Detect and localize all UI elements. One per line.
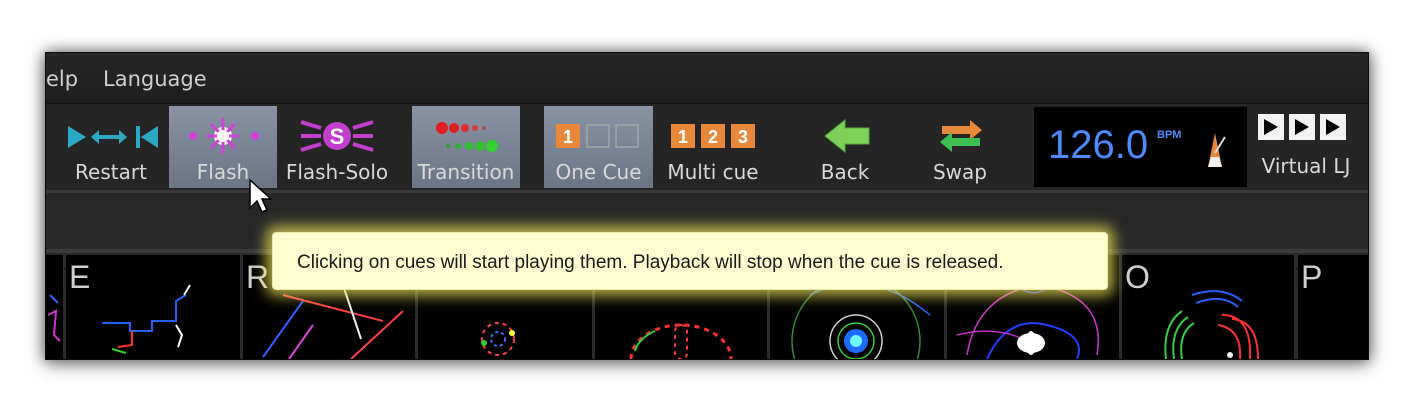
menu-help[interactable]: elp (46, 67, 78, 91)
tooltip: Clicking on cues will start playing them… (272, 232, 1108, 290)
one-cue-label: One Cue (555, 160, 642, 184)
back-button[interactable]: Back (791, 106, 899, 188)
metronome-icon[interactable] (1198, 127, 1232, 171)
flash-solo-button[interactable]: S Flash-Solo (281, 106, 393, 188)
multi-cue-icon: 1 2 3 (671, 124, 755, 148)
flash-button[interactable]: Flash (169, 106, 277, 188)
swap-button[interactable]: Swap (906, 106, 1014, 188)
flash-icon (189, 118, 259, 154)
one-cue-digit: 1 (563, 127, 573, 147)
restart-label: Restart (75, 160, 147, 184)
transition-label: Transition (417, 160, 515, 184)
cue-cell-partial[interactable] (46, 255, 63, 359)
one-cue-button[interactable]: 1 One Cue (544, 106, 653, 188)
tooltip-text: Clicking on cues will start playing them… (297, 252, 1004, 273)
virtual-lj-icon (1258, 114, 1346, 140)
multi-cue-digit-2: 2 (708, 127, 718, 147)
svg-text:S: S (330, 124, 345, 149)
restart-icon (68, 126, 158, 148)
restart-button[interactable]: Restart (50, 106, 172, 188)
cue-cell-p[interactable]: P (1298, 255, 1368, 359)
back-label: Back (820, 160, 870, 184)
multi-cue-button[interactable]: 1 2 3 Multi cue (659, 106, 767, 188)
app-window: elp Language Restart Flash S Flash-Solo … (45, 52, 1369, 360)
cue-preview (47, 294, 61, 342)
one-cue-icon: 1 (556, 124, 639, 148)
multi-cue-label: Multi cue (667, 160, 759, 184)
swap-icon (940, 120, 982, 152)
cue-letter: O (1125, 259, 1150, 295)
cue-letter: R (246, 259, 270, 295)
menu-bar: elp Language (46, 53, 1368, 104)
swap-label: Swap (932, 160, 987, 184)
bpm-display[interactable]: 126.0 BPM (1034, 107, 1247, 187)
menu-language[interactable]: Language (103, 67, 207, 91)
cue-letter: E (69, 259, 91, 295)
multi-cue-digit-1: 1 (678, 127, 688, 147)
bpm-value: 126.0 (1048, 123, 1149, 167)
multi-cue-digit-3: 3 (738, 127, 748, 147)
cue-cell-o[interactable]: O (1122, 255, 1294, 359)
virtual-lj-label: Virtual LJ (1261, 154, 1351, 178)
virtual-lj-button[interactable]: Virtual LJ (1256, 106, 1356, 188)
toolbar: Restart Flash S Flash-Solo Transition 1 … (46, 104, 1368, 193)
transition-button[interactable]: Transition (412, 106, 520, 188)
cue-preview (102, 284, 191, 354)
flash-solo-icon: S (300, 120, 374, 152)
cue-cell-e[interactable]: E (66, 255, 240, 359)
cue-letter: P (1301, 259, 1323, 295)
transition-icon (436, 122, 498, 152)
back-arrow-icon (824, 118, 870, 154)
flash-solo-label: Flash-Solo (285, 160, 389, 184)
bpm-unit: BPM (1157, 129, 1182, 141)
mouse-cursor-icon (249, 178, 273, 213)
